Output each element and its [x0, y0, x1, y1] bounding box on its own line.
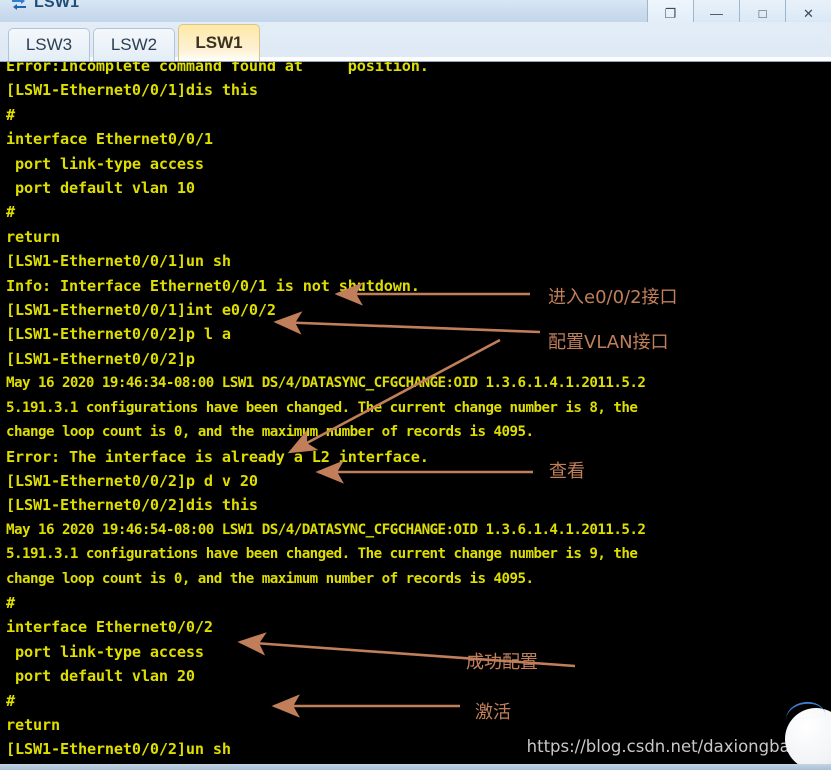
terminal-line: return [6, 715, 60, 734]
terminal-line: Info: Interface Ethernet0/0/1 is not shu… [6, 276, 420, 295]
network-switch-icon [10, 0, 28, 12]
tab-label: LSW1 [195, 33, 243, 52]
maximize-window-button[interactable]: □ [739, 0, 785, 22]
terminal-line: [LSW1-Ethernet0/0/2]p l a [6, 325, 231, 344]
terminal-line: [LSW1-Ethernet0/0/1]un sh [6, 252, 231, 271]
tab-lsw2[interactable]: LSW2 [93, 28, 175, 61]
terminal-line: change loop count is 0, and the maximum … [6, 570, 534, 587]
terminal-line: interface Ethernet0/0/2 [6, 618, 213, 637]
tab-label: LSW3 [25, 35, 73, 54]
title-bar: LSW1 ❐ — □ ✕ [0, 0, 831, 23]
terminal-line: 5.191.3.1 configurations have been chang… [6, 546, 638, 563]
terminal-line: 5.191.3.1 configurations have been chang… [6, 399, 638, 416]
tab-label: LSW2 [110, 35, 158, 54]
device-tabs: LSW3 LSW2 LSW1 [8, 24, 260, 61]
restore-window-button[interactable]: ❐ [647, 0, 693, 22]
terminal-line: change loop count is 0, and the maximum … [6, 424, 534, 441]
terminal-line: port default vlan 10 [6, 179, 195, 198]
terminal-line: port link-type access [6, 154, 204, 173]
minimize-window-button[interactable]: — [693, 0, 739, 22]
window-bottom-edge [0, 764, 831, 770]
terminal-line: May 16 2020 19:46:54-08:00 LSW1 DS/4/DAT… [6, 521, 646, 538]
close-icon: ✕ [803, 6, 814, 21]
maximize-icon: □ [758, 6, 767, 21]
terminal-line: port default vlan 20 [6, 667, 195, 686]
tab-lsw1[interactable]: LSW1 [178, 24, 260, 61]
terminal-line: # [6, 105, 15, 124]
terminal-line: May 16 2020 19:46:34-08:00 LSW1 DS/4/DAT… [6, 375, 646, 392]
window-controls: ❐ — □ ✕ [647, 0, 831, 22]
terminal-line: port link-type access [6, 642, 204, 661]
terminal-line: # [6, 593, 15, 612]
emulator-window: LSW1 ❐ — □ ✕ LSW3 LSW2 LSW1 Error:Incomple… [0, 0, 831, 770]
terminal-line: [LSW1-Ethernet0/0/2]dis this [6, 496, 258, 515]
terminal-line: [LSW1-Ethernet0/0/1]int e0/0/2 [6, 301, 276, 320]
title-bar-left: LSW1 [10, 0, 79, 12]
terminal-console[interactable]: Error:Incomplete command found at positi… [0, 62, 831, 770]
watermark-url: https://blog.csdn.net/daxiongbaobei [526, 737, 825, 756]
terminal-line: Error:Incomplete command found at positi… [6, 62, 429, 75]
terminal-line: Error: The interface is already a L2 int… [6, 447, 429, 466]
terminal-line: interface Ethernet0/0/1 [6, 130, 213, 149]
terminal-line: # [6, 203, 15, 222]
tab-lsw3[interactable]: LSW3 [8, 28, 90, 61]
terminal-line: [LSW1-Ethernet0/0/2]p d v 20 [6, 471, 258, 490]
restore-icon: ❐ [664, 6, 677, 21]
terminal-line: # [6, 691, 15, 710]
minimize-icon: — [710, 6, 723, 21]
terminal-line: [LSW1-Ethernet0/0/1]dis this [6, 81, 258, 100]
terminal-line: [LSW1-Ethernet0/0/2]p [6, 349, 195, 368]
tab-strip: LSW3 LSW2 LSW1 [0, 22, 831, 62]
terminal-output: Error:Incomplete command found at positi… [6, 62, 831, 770]
terminal-line: return [6, 227, 60, 246]
window-title: LSW1 [34, 0, 80, 11]
close-window-button[interactable]: ✕ [785, 0, 831, 22]
